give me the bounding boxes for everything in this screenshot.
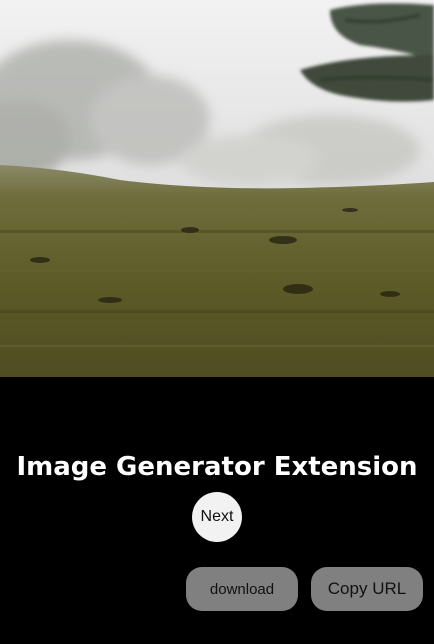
foggy-meadow-photo [0, 0, 434, 377]
next-button[interactable]: Next [192, 492, 242, 542]
copy-url-button[interactable]: Copy URL [311, 567, 423, 611]
extension-popup: Image Generator Extension Next download … [0, 0, 434, 644]
download-button[interactable]: download [186, 567, 298, 611]
generated-image [0, 0, 434, 377]
page-title: Image Generator Extension [16, 452, 418, 482]
